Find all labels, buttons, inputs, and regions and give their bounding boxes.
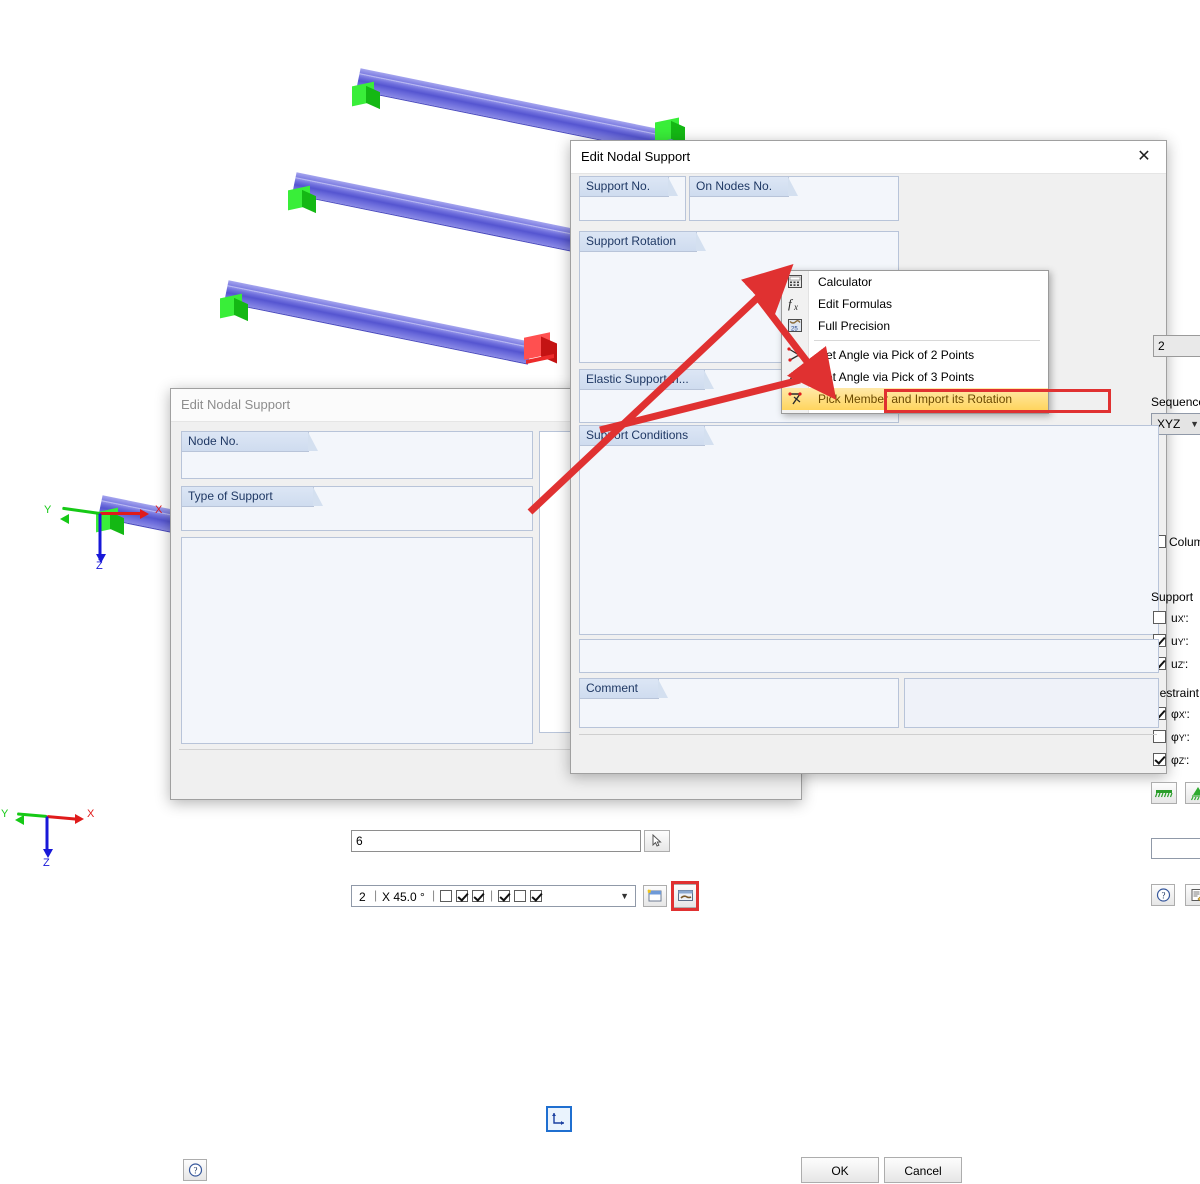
elastic-support-header: Elastic Support vi... — [580, 370, 705, 390]
new-support-icon — [647, 889, 663, 903]
axis-label-y: Y — [1, 808, 8, 820]
calculator-icon — [787, 274, 804, 290]
pick-2-points-icon — [787, 347, 804, 363]
node-pick-button[interactable] — [644, 830, 670, 852]
help-icon: ? — [1156, 888, 1171, 903]
dialog-title-main: Edit Nodal Support ✕ — [571, 141, 1166, 174]
pick-cursor-icon — [650, 834, 664, 848]
pick-member-menu-highlight — [884, 389, 1111, 413]
support-type-check-ux[interactable] — [440, 890, 452, 902]
svg-text:?: ? — [193, 1166, 197, 1176]
comment-preview-panel — [904, 678, 1159, 728]
type-of-support-header: Type of Support — [182, 487, 314, 507]
beam-member-3 — [224, 285, 531, 362]
comment-group: Comment — [579, 678, 899, 728]
support-presets-toolbar — [579, 639, 1159, 673]
axis-label-z: Z — [43, 857, 50, 869]
support-dof-uz: uZ': — [1171, 657, 1188, 671]
comment-dropdown[interactable]: ▼ — [1151, 838, 1200, 859]
comment-header: Comment — [580, 679, 659, 699]
main-edit-note-button[interactable] — [1185, 884, 1200, 906]
node-no-group: Node No. — [181, 431, 533, 479]
main-help-button[interactable]: ? — [1151, 884, 1175, 906]
column-in-z-label: Column in Z... — [1169, 535, 1200, 549]
support-type-check-phiz[interactable] — [530, 890, 542, 902]
support-dof-phiz: φZ': — [1171, 753, 1189, 767]
pick-3-points-icon — [787, 369, 804, 385]
menu-item-calculator[interactable]: Calculator — [782, 271, 1048, 293]
node-no-header: Node No. — [182, 432, 309, 452]
menu-item-label: Set Angle via Pick of 2 Points — [818, 348, 974, 362]
support-dof-ux: uX': — [1171, 611, 1189, 625]
on-nodes-no-header: On Nodes No. — [690, 177, 789, 197]
axis-label-x: X — [87, 808, 94, 820]
support-type-rotation: X 45.0 ° — [382, 890, 425, 904]
edit-note-icon — [1190, 888, 1200, 903]
svg-text:x: x — [793, 302, 798, 312]
node-no-input[interactable] — [351, 830, 641, 852]
chevron-down-icon: ▼ — [1190, 414, 1199, 434]
menu-item-label: Full Precision — [818, 319, 890, 333]
main-dialog-footer-divider — [579, 734, 1157, 735]
menu-item-set-angle-2-points[interactable]: Set Angle via Pick of 2 Points — [782, 344, 1048, 366]
support-preview-panel — [181, 537, 533, 744]
menu-item-set-angle-3-points[interactable]: Set Angle via Pick of 3 Points — [782, 366, 1048, 388]
new-support-type-button[interactable] — [643, 885, 667, 907]
help-icon: ? — [188, 1163, 203, 1178]
support-type-number: 2 — [359, 890, 366, 904]
support-type-check-uy[interactable] — [456, 890, 468, 902]
pick-member-icon — [787, 391, 804, 407]
support-dof-uy: uY': — [1171, 634, 1189, 648]
type-of-support-dropdown[interactable]: 2 | X 45.0 ° | | ▼ — [351, 885, 636, 907]
coordinate-system-icon — [551, 1111, 567, 1127]
support-conditions-group: Support Conditions — [579, 425, 1159, 635]
support-no-group: Support No. — [579, 176, 686, 221]
edit-nodal-support-dialog-main[interactable]: Edit Nodal Support ✕ Support No. On Node… — [570, 140, 1167, 774]
close-icon[interactable]: ✕ — [1122, 141, 1166, 172]
support-conditions-header: Support Conditions — [580, 426, 705, 446]
menu-item-edit-formulas[interactable]: f x Edit Formulas — [782, 293, 1048, 315]
support-hinged-all-icon — [1190, 786, 1200, 801]
menu-item-full-precision[interactable]: 25 Full Precision — [782, 315, 1048, 337]
support-type-check-phix[interactable] — [498, 890, 510, 902]
sequence-label: Sequence: — [1151, 395, 1200, 409]
support-check-phiz[interactable] — [1153, 753, 1166, 766]
menu-item-label: Set Angle via Pick of 3 Points — [818, 370, 974, 384]
axis-label-y: Y — [44, 504, 51, 516]
support-dof-phix: φX': — [1171, 707, 1190, 721]
type-of-support-group: Type of Support — [181, 486, 533, 531]
col-header-support: Support — [1151, 590, 1193, 604]
back-dialog-coordinate-button[interactable] — [546, 1106, 572, 1132]
edit-support-type-highlight — [671, 881, 699, 911]
full-precision-icon: 25 — [787, 318, 804, 334]
chevron-down-icon: ▼ — [620, 886, 629, 906]
svg-text:?: ? — [1161, 891, 1165, 901]
svg-text:25: 25 — [791, 327, 798, 333]
support-type-check-phiy[interactable] — [514, 890, 526, 902]
support-rotation-header: Support Rotation — [580, 232, 697, 252]
menu-item-label: Calculator — [818, 275, 872, 289]
preset-support-hinged[interactable] — [1185, 782, 1200, 804]
menu-separator — [814, 340, 1040, 341]
support-dof-phiy: φY': — [1171, 730, 1190, 744]
back-dialog-cancel-button[interactable]: Cancel — [884, 1157, 962, 1183]
on-nodes-no-group: On Nodes No. — [689, 176, 899, 221]
support-type-check-uz[interactable] — [472, 890, 484, 902]
preset-support-free[interactable] — [1151, 782, 1177, 804]
support-no-input[interactable] — [1153, 335, 1200, 357]
beam-member-2 — [292, 177, 589, 252]
support-check-phiy[interactable] — [1153, 730, 1166, 743]
support-check-ux[interactable] — [1153, 611, 1166, 624]
axis-label-z: Z — [96, 560, 103, 572]
fx-icon: f x — [787, 296, 804, 312]
back-dialog-ok-button[interactable]: OK — [801, 1157, 879, 1183]
sequence-value: XYZ — [1157, 414, 1180, 434]
support-free-icon — [1155, 787, 1173, 799]
axis-label-x: X — [155, 504, 162, 516]
menu-item-label: Edit Formulas — [818, 297, 892, 311]
back-dialog-help-button[interactable]: ? — [183, 1159, 207, 1181]
support-no-header: Support No. — [580, 177, 669, 197]
dialog-title-text: Edit Nodal Support — [581, 149, 690, 164]
